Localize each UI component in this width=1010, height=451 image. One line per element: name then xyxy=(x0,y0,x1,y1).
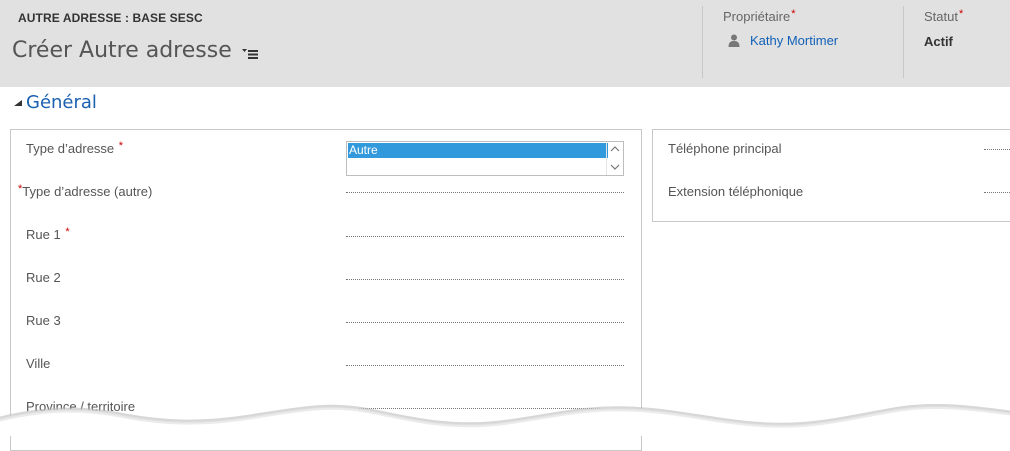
status-label: Statut* xyxy=(924,8,964,24)
phone-extension-input[interactable] xyxy=(984,192,1010,193)
street-2-input[interactable] xyxy=(346,279,624,280)
person-icon xyxy=(728,34,740,47)
field-label-city: Ville xyxy=(26,356,50,371)
field-label-text: Extension téléphonique xyxy=(668,184,804,199)
field-label-street-2: Rue 2 xyxy=(26,270,61,285)
address-type-other-input[interactable] xyxy=(346,192,624,193)
status-label-text: Statut xyxy=(924,9,958,24)
select-scrollbar[interactable] xyxy=(606,142,623,175)
form-header: AUTRE ADRESSE : BASE SESC Créer Autre ad… xyxy=(0,0,1010,87)
field-label-address-type: Type d’adresse * xyxy=(26,140,124,156)
field-label-phone-extension: Extension téléphonique xyxy=(668,184,803,199)
required-marker: * xyxy=(18,183,23,195)
required-marker: * xyxy=(958,8,964,20)
owner-label: Propriétaire* xyxy=(723,8,796,24)
required-marker: * xyxy=(791,8,796,20)
required-marker: * xyxy=(65,226,70,238)
field-label-street-3: Rue 3 xyxy=(26,313,61,328)
street-3-input[interactable] xyxy=(346,322,624,323)
scroll-down-icon[interactable] xyxy=(610,163,620,171)
status-value[interactable]: Actif xyxy=(924,34,953,49)
header-divider xyxy=(702,6,703,78)
street-1-input[interactable] xyxy=(346,236,624,237)
entity-name: AUTRE ADRESSE : BASE SESC xyxy=(18,11,203,25)
owner-link[interactable]: Kathy Mortimer xyxy=(750,33,838,48)
menu-list-icon[interactable] xyxy=(241,46,258,60)
address-type-option-selected[interactable]: Autre xyxy=(348,143,608,158)
field-label-text: Rue 2 xyxy=(26,270,61,285)
city-input[interactable] xyxy=(346,365,624,366)
required-marker: * xyxy=(118,140,124,152)
field-label-text: Rue 1 xyxy=(26,227,61,242)
field-label-text: Type d’adresse (autre) xyxy=(22,184,153,199)
field-label-address-type-other: *Type d’adresse (autre) xyxy=(18,183,153,199)
field-label-text: Rue 3 xyxy=(26,313,61,328)
field-label-text: Ville xyxy=(26,356,51,371)
owner-field[interactable]: Kathy Mortimer xyxy=(728,33,838,48)
header-divider xyxy=(903,6,904,78)
address-type-select[interactable]: Autre xyxy=(346,141,624,176)
main-phone-input[interactable] xyxy=(984,149,1010,150)
torn-edge-decoration xyxy=(0,403,1010,436)
collapse-caret-icon xyxy=(14,99,22,106)
section-title: Général xyxy=(26,92,97,113)
field-label-text: Téléphone principal xyxy=(668,141,782,156)
scroll-up-icon[interactable] xyxy=(610,145,620,153)
section-general-toggle[interactable]: Général xyxy=(14,92,97,113)
form-title-row: Créer Autre adresse xyxy=(12,38,258,63)
field-label-text: Type d’adresse xyxy=(26,141,115,156)
field-label-main-phone: Téléphone principal xyxy=(668,141,781,156)
page-title: Créer Autre adresse xyxy=(12,38,232,63)
field-label-street-1: Rue 1 * xyxy=(26,226,70,242)
owner-label-text: Propriétaire xyxy=(723,9,791,24)
